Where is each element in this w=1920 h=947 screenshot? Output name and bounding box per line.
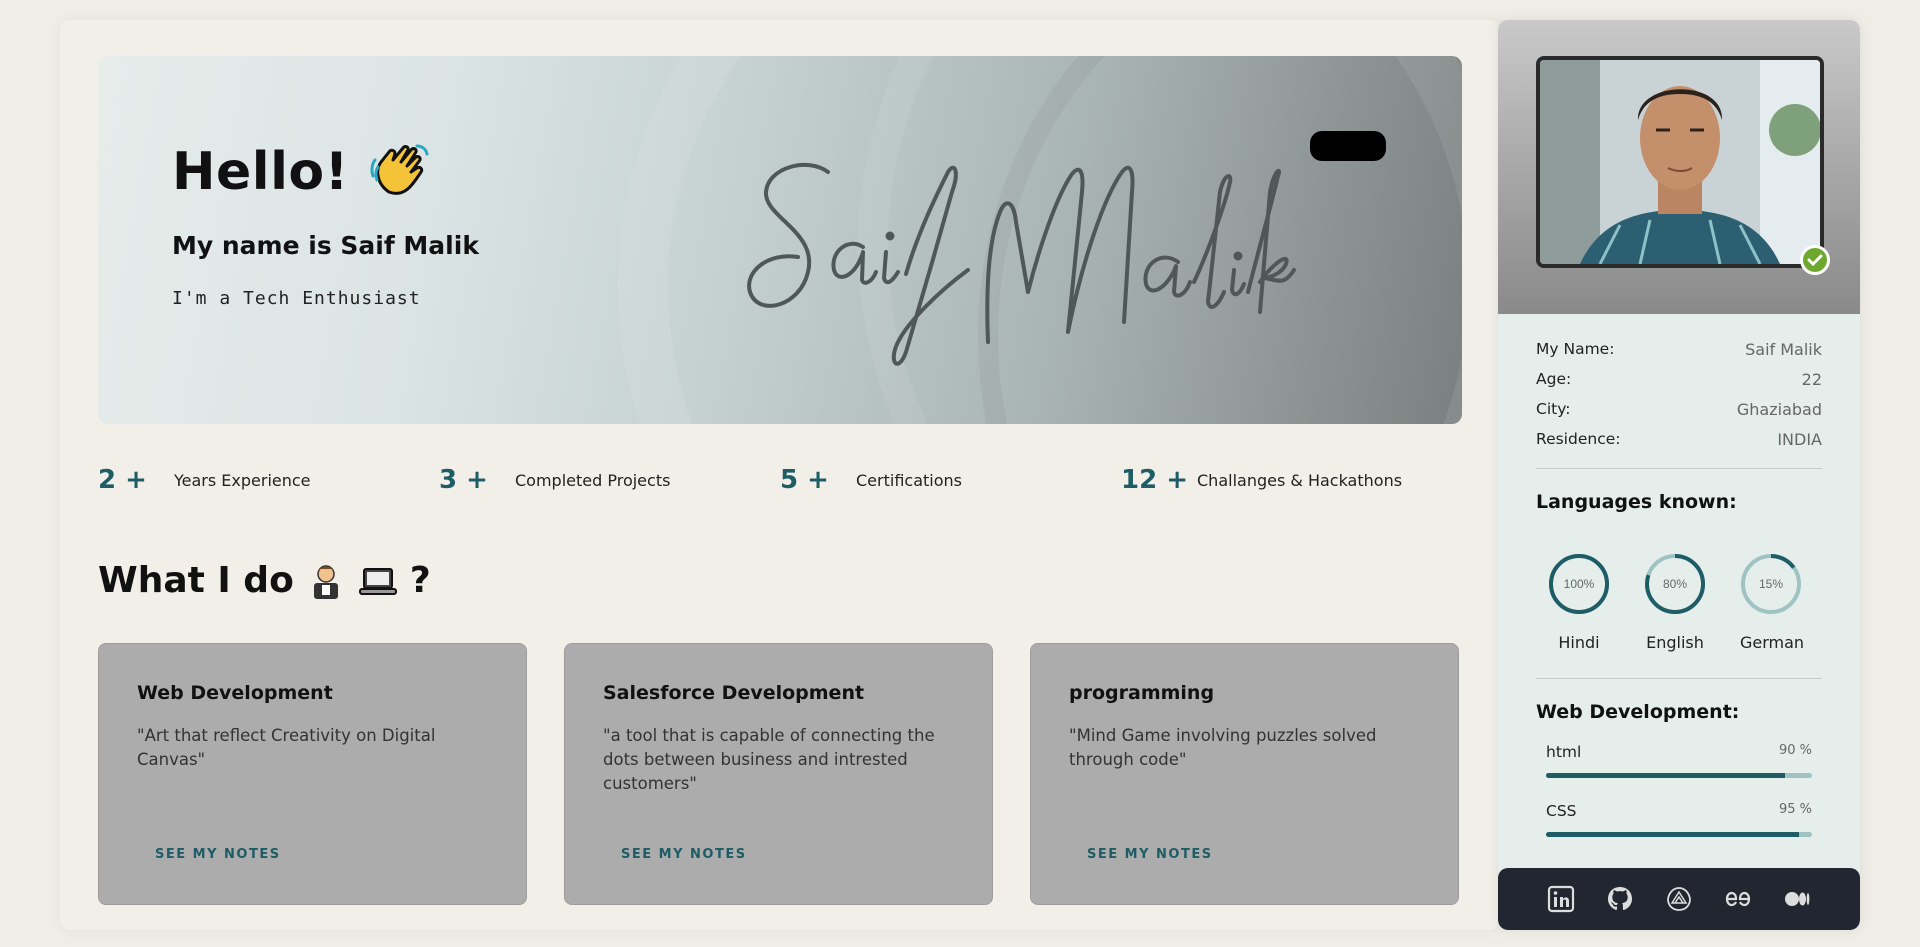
info-key: Age: xyxy=(1536,370,1572,388)
profile-sidebar: My Name: Saif Malik Age: 22 City: Ghazia… xyxy=(1498,20,1860,930)
verified-badge-icon xyxy=(1800,245,1830,275)
skills-list: html 90 % CSS 95 % xyxy=(1498,723,1860,837)
divider xyxy=(1536,468,1822,469)
info-value: 22 xyxy=(1801,369,1822,389)
skill-percent: 90 % xyxy=(1778,743,1812,758)
service-cards: Web Development "Art that reflect Creati… xyxy=(98,643,1462,905)
skill-item: CSS 95 % xyxy=(1546,802,1812,837)
skill-name: html xyxy=(1546,743,1582,761)
stat-label: Completed Projects xyxy=(515,470,671,490)
hero-tagline: I'm a Tech Enthusiast xyxy=(172,288,421,309)
skill-bar xyxy=(1546,773,1812,778)
language-percent: 100% xyxy=(1564,577,1595,591)
section-title-text: What I do xyxy=(98,560,294,601)
stat-number: 2 + xyxy=(98,465,147,495)
language-progress-ring: 100% xyxy=(1549,554,1609,614)
github-icon[interactable] xyxy=(1606,885,1634,913)
card-description: "Mind Game involving puzzles solved thro… xyxy=(1069,726,1377,769)
medium-icon[interactable] xyxy=(1783,885,1811,913)
skills-heading: Web Development: xyxy=(1536,701,1740,723)
main-panel: Hello! My name is Saif Malik I'm a Tech … xyxy=(60,20,1500,930)
language-item: 80% English xyxy=(1644,553,1706,652)
laptop-icon xyxy=(358,567,397,595)
hero-name: My name is Saif Malik xyxy=(172,231,479,260)
skill-percent: 95 % xyxy=(1778,802,1812,817)
stat-number: 3 + xyxy=(439,465,488,495)
codechef-icon[interactable] xyxy=(1665,885,1693,913)
stat-number: 5 + xyxy=(780,465,829,495)
geeksforgeeks-icon[interactable] xyxy=(1724,885,1752,913)
hero-greeting: Hello! xyxy=(172,140,431,204)
languages-list: 100% Hindi 80% English 15% German xyxy=(1498,513,1860,652)
skill-name: CSS xyxy=(1546,802,1577,820)
language-name: English xyxy=(1646,633,1704,652)
info-row: Residence: INDIA xyxy=(1536,424,1822,454)
stats-row: 2 + Years Experience 3 + Completed Proje… xyxy=(98,460,1462,500)
signature-logo xyxy=(747,162,1296,366)
languages-heading: Languages known: xyxy=(1536,491,1737,513)
stat-number: 12 + xyxy=(1121,465,1189,495)
language-progress-ring: 80% xyxy=(1645,554,1705,614)
what-i-do-heading: What I do ? xyxy=(98,560,431,601)
waving-hand-icon xyxy=(370,144,429,195)
info-value: Saif Malik xyxy=(1745,339,1822,359)
stat-item: 5 + Certifications xyxy=(780,460,1121,500)
card-title: programming xyxy=(1069,682,1215,704)
card-description: "a tool that is capable of connecting th… xyxy=(603,726,935,793)
skill-bar-fill xyxy=(1546,832,1799,837)
stat-item: 2 + Years Experience xyxy=(98,460,439,500)
language-item: 15% German xyxy=(1740,553,1805,652)
language-name: Hindi xyxy=(1558,633,1600,652)
skill-item: html 90 % xyxy=(1546,743,1812,778)
stat-item: 3 + Completed Projects xyxy=(439,460,780,500)
stat-label: Years Experience xyxy=(174,470,311,490)
info-row: City: Ghaziabad xyxy=(1536,394,1822,424)
see-notes-link[interactable]: SEE MY NOTES xyxy=(155,847,281,862)
card-title: Salesforce Development xyxy=(603,682,865,704)
section-title-suffix: ? xyxy=(409,560,431,601)
info-key: My Name: xyxy=(1536,340,1615,358)
info-value: Ghaziabad xyxy=(1736,399,1822,419)
service-card: Web Development "Art that reflect Creati… xyxy=(98,643,527,905)
skill-bar xyxy=(1546,832,1812,837)
avatar-frame xyxy=(1536,56,1824,268)
hero-banner: Hello! My name is Saif Malik I'm a Tech … xyxy=(98,56,1462,424)
language-name: German xyxy=(1740,633,1805,652)
profile-info: My Name: Saif Malik Age: 22 City: Ghazia… xyxy=(1498,314,1860,454)
language-percent: 80% xyxy=(1663,577,1687,591)
info-key: City: xyxy=(1536,400,1571,418)
service-card: Salesforce Development "a tool that is c… xyxy=(564,643,993,905)
stat-label: Challanges & Hackathons xyxy=(1197,470,1403,490)
hero-pill-badge xyxy=(1310,131,1386,161)
card-description: "Art that reflect Creativity on Digital … xyxy=(137,726,436,769)
stat-item: 12 + Challanges & Hackathons xyxy=(1121,460,1462,500)
service-card: programming "Mind Game involving puzzles… xyxy=(1030,643,1459,905)
language-percent: 15% xyxy=(1759,577,1783,591)
divider xyxy=(1536,678,1822,679)
info-row: Age: 22 xyxy=(1536,364,1822,394)
avatar xyxy=(1540,60,1821,265)
social-links-bar xyxy=(1498,868,1860,930)
greeting-text: Hello! xyxy=(172,142,349,202)
technologist-icon xyxy=(313,564,338,599)
info-row: My Name: Saif Malik xyxy=(1536,334,1822,364)
info-value: INDIA xyxy=(1777,429,1822,449)
see-notes-link[interactable]: SEE MY NOTES xyxy=(1087,847,1213,862)
info-key: Residence: xyxy=(1536,430,1621,448)
see-notes-link[interactable]: SEE MY NOTES xyxy=(621,847,747,862)
linkedin-icon[interactable] xyxy=(1547,885,1575,913)
card-title: Web Development xyxy=(137,682,333,704)
language-item: 100% Hindi xyxy=(1548,553,1610,652)
skill-bar-fill xyxy=(1546,773,1786,778)
language-progress-ring: 15% xyxy=(1741,554,1801,614)
profile-header xyxy=(1498,20,1860,314)
stat-label: Certifications xyxy=(856,470,962,490)
